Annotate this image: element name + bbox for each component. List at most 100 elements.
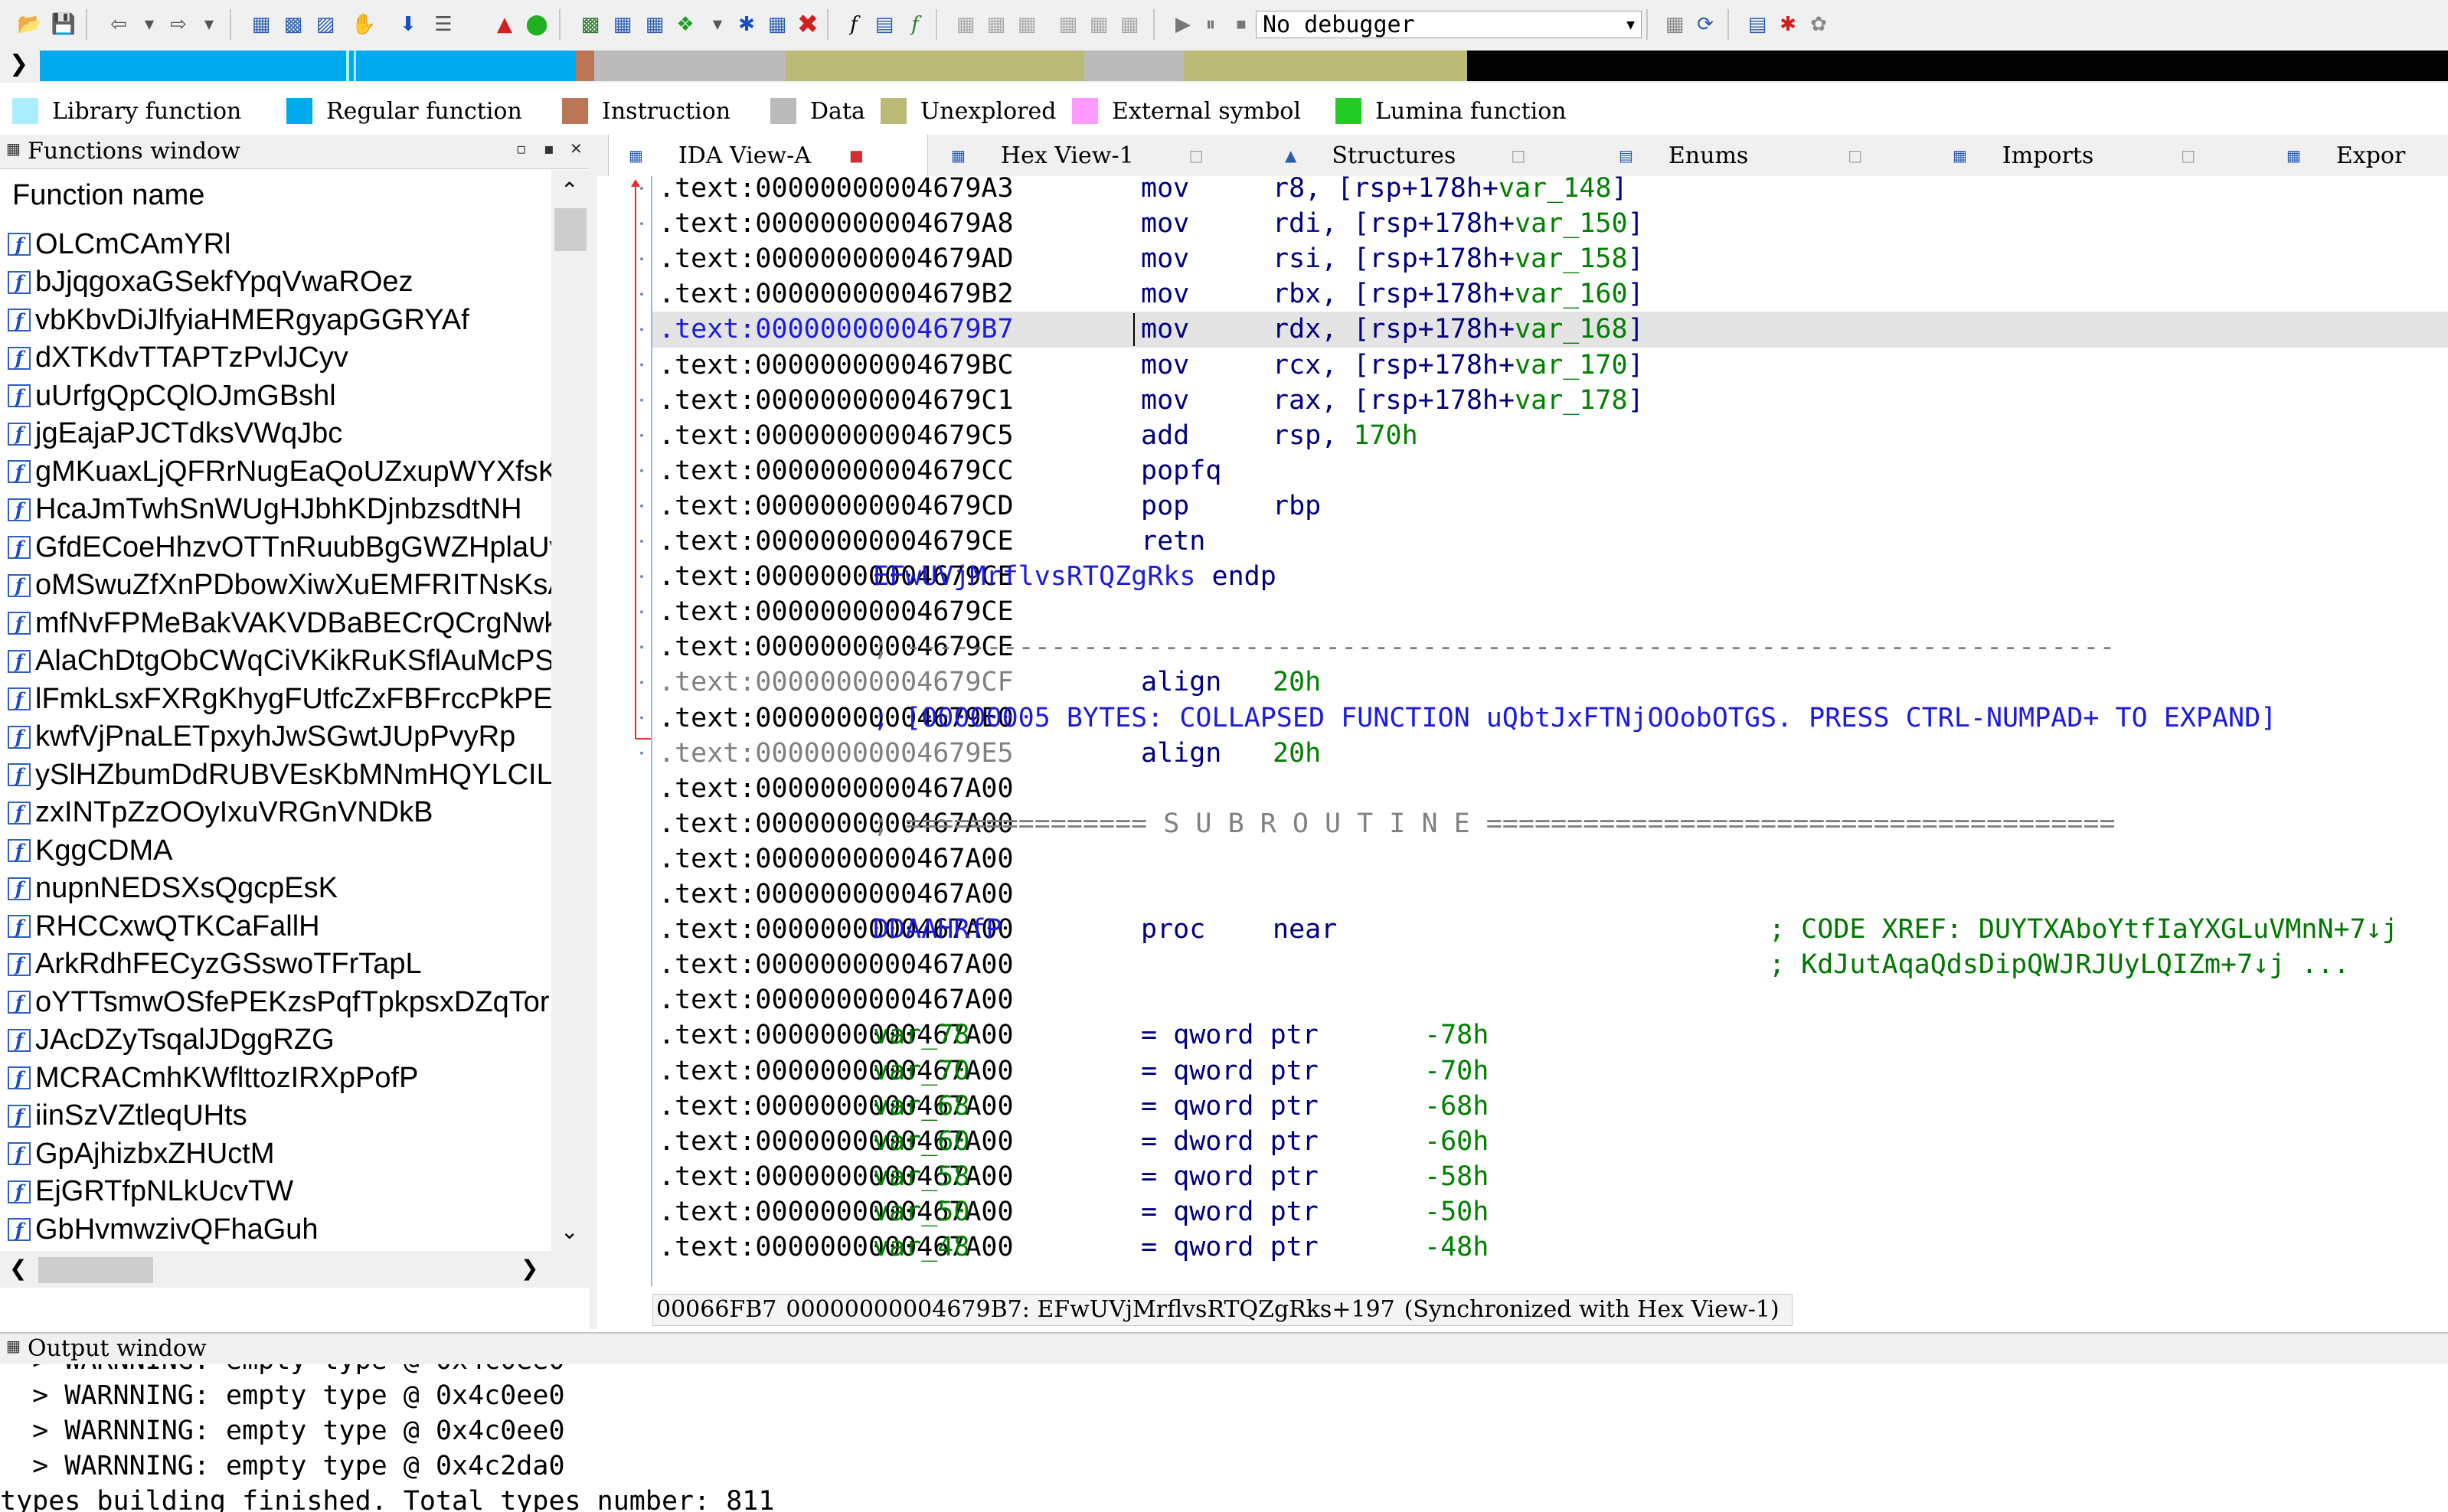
flow-icon[interactable]: ✱ [732, 11, 761, 38]
instruction-mnemonic[interactable]: popfq [1141, 453, 1221, 489]
stop-icon[interactable]: ⏹ [1227, 11, 1256, 38]
instruction-mnemonic[interactable]: = qword ptr [1141, 1159, 1319, 1195]
function-list-item[interactable]: f vbKbvDiJlfyiaHMERgyapGGRYAf [0, 301, 469, 339]
code-line[interactable]: .text:00000000004679CE; ----------------… [652, 629, 2448, 665]
tab-exports[interactable]: ▦ Expor [2267, 135, 2448, 176]
instruction-operands[interactable]: r8, [rsp+178h+var_148] [1273, 176, 1628, 207]
line-address[interactable]: .text:0000000000467A00 [659, 877, 1014, 913]
code-line[interactable]: .text:0000000000467A00 [652, 771, 2448, 807]
segment-icon[interactable]: ▤ [870, 11, 899, 38]
function-list-item[interactable]: f bJjqgoxaGSekfYpqVwaROez [0, 263, 413, 302]
line-label[interactable]: var_50 [873, 1194, 969, 1230]
back-arrow-icon[interactable]: ⇦ [104, 11, 133, 38]
code-line[interactable]: .text:0000000000467A00 [652, 877, 2448, 913]
instruction-operands[interactable]: rdi, [rsp+178h+var_150] [1273, 206, 1644, 242]
binary-search-icon[interactable]: ▦ [247, 11, 276, 38]
code-line[interactable]: .text:00000000004679CE [652, 594, 2448, 630]
line-address[interactable]: .text:00000000004679A3 [659, 176, 1014, 207]
delete-icon[interactable]: ▦ [1012, 11, 1041, 38]
instruction-mnemonic[interactable]: proc [1141, 912, 1205, 948]
instruction-operands[interactable]: rdx, [rsp+178h+var_168] [1273, 312, 1644, 348]
disassembly-view[interactable]: .text:00000000004679A3 mov r8, [rsp+178h+v… [597, 176, 2448, 1286]
chevron-down-icon[interactable]: ▼ [703, 11, 732, 38]
function-list-item[interactable]: f kwfVjPnaLETpxyhJwSGwtJUpPvyRp [0, 718, 515, 756]
line-address[interactable]: .text:00000000004679B2 [659, 276, 1014, 312]
instruction-operands[interactable]: -68h [1424, 1089, 1489, 1125]
tab-structures[interactable]: ▲ Structures □ [1265, 135, 1594, 176]
tools-icon[interactable]: ✿ [1804, 11, 1833, 38]
line-address[interactable]: .text:00000000004679CC [659, 453, 1014, 489]
code-line[interactable]: .text:0000000000467A00 var_48 = qword ptr -… [652, 1230, 2448, 1265]
line-label[interactable]: var_78 [873, 1017, 969, 1053]
function-list-item[interactable]: f iinSzVZtleqUHts [0, 1097, 247, 1135]
function-list-horizontal-scrollbar[interactable]: ❮ ❯ [0, 1251, 590, 1288]
pin-icon[interactable]: ▪ [544, 139, 554, 158]
instruction-mnemonic[interactable]: = qword ptr [1141, 1230, 1319, 1265]
line-label[interactable]: EFwUVjMrflvsRTQZgRks endp [873, 559, 1276, 595]
tab-enums[interactable]: ▤ Enums □ [1599, 135, 1928, 176]
chevron-down-icon[interactable]: ⌄ [561, 1219, 578, 1244]
struct-icon[interactable]: ▦ [640, 11, 669, 38]
tab-imports[interactable]: ▦ Imports □ [1933, 135, 2262, 176]
debugger-select[interactable]: No debugger ▼ [1256, 11, 1642, 38]
instruction-operands[interactable]: -50h [1424, 1194, 1489, 1230]
function-list-item[interactable]: f MCRACmhKWflttozIRXpPofP [0, 1059, 418, 1097]
function-list-item[interactable]: f ySlHZbumDdRUBVEsKbMNmHQYLCILE [0, 756, 551, 794]
chevron-down-icon[interactable]: ▼ [194, 11, 224, 38]
instruction-operands[interactable]: -78h [1424, 1017, 1489, 1053]
close-icon[interactable]: □ [1189, 146, 1204, 165]
instruction-mnemonic[interactable]: mov [1141, 348, 1189, 384]
instruction-operands[interactable]: -58h [1424, 1159, 1489, 1195]
instruction-operands[interactable]: 20h [1273, 665, 1321, 700]
function-list-item[interactable]: f OLCmCAmYRl [0, 225, 230, 263]
code-line[interactable]: .text:00000000004679B2 mov rbx, [rsp+178h+… [652, 276, 2448, 312]
add-icon[interactable]: ▦ [951, 11, 980, 38]
functions-window-titlebar[interactable]: ▦ Functions window ▫ ▪ ✕ [0, 135, 590, 169]
instruction-mnemonic[interactable]: mov [1141, 312, 1189, 348]
panel-splitter[interactable] [590, 135, 597, 1329]
instruction-mnemonic[interactable]: mov [1141, 206, 1189, 242]
instruction-mnemonic[interactable]: = dword ptr [1141, 1124, 1319, 1160]
code-line[interactable]: .text:00000000004679C5 add rsp, 170h [652, 418, 2448, 454]
instruction-mnemonic[interactable]: align [1141, 736, 1221, 772]
line-label[interactable]: var_68 [873, 1089, 969, 1125]
instruction-mnemonic[interactable]: = qword ptr [1141, 1089, 1319, 1125]
instruction-operands[interactable]: rax, [rsp+178h+var_178] [1273, 383, 1644, 419]
line-label[interactable]: var_60 [873, 1124, 969, 1160]
hand-icon[interactable]: ✋ [349, 11, 378, 38]
line-label[interactable]: DDAAHRfP [873, 912, 1002, 948]
function-list-item[interactable]: f dXTKdvTTAPTzPvlJCyv [0, 339, 348, 377]
function-name-column-header[interactable]: Function name [0, 170, 551, 220]
function-list-item[interactable]: f nupnNEDSXsQgcpEsK [0, 870, 338, 908]
code-line[interactable]: .text:00000000004679B7 mov rdx, [rsp+178h+… [652, 312, 2448, 348]
line-address[interactable]: .text:00000000004679C1 [659, 383, 1014, 419]
code-line[interactable]: .text:0000000000467A00 ; KdJutAqaQdsDipQW… [652, 947, 2448, 983]
line-label[interactable]: var_58 [873, 1159, 969, 1195]
instruction-operands[interactable]: rbp [1273, 488, 1321, 524]
scrollbar-thumb[interactable] [554, 208, 587, 251]
code-line[interactable]: .text:0000000000467A00 var_50 = qword ptr -… [652, 1194, 2448, 1230]
chevron-left-icon[interactable]: ❮ [9, 1256, 27, 1281]
instruction-operands[interactable]: near [1273, 912, 1337, 948]
function-list-item[interactable]: f HcaJmTwhSnWUgHJbhKDjnbzsdtNH [0, 491, 522, 529]
code-line[interactable]: .text:0000000000467A00 var_70 = qword ptr -… [652, 1053, 2448, 1089]
line-address[interactable]: .text:0000000000467A00 [659, 771, 1014, 807]
code-line[interactable]: .text:0000000000467A00 [652, 982, 2448, 1018]
line-address[interactable]: .text:00000000004679A8 [659, 206, 1014, 242]
function-icon[interactable]: f [839, 11, 868, 38]
tab-hex-view-1[interactable]: ▦ Hex View-1 □ [931, 135, 1260, 176]
function-list-item[interactable]: f jgEajaPJCTdksVWqJbc [0, 415, 342, 453]
line-address[interactable]: .text:00000000004679CD [659, 488, 1014, 524]
instruction-operands[interactable]: rcx, [rsp+178h+var_170] [1273, 348, 1644, 384]
code-line[interactable]: .text:0000000000467A00; =============== … [652, 806, 2448, 842]
code-line[interactable]: .text:00000000004679CE retn [652, 524, 2448, 560]
proximity-icon[interactable]: ▦ [1115, 11, 1144, 38]
forward-arrow-icon[interactable]: ⇨ [164, 11, 193, 38]
code-line[interactable]: .text:00000000004679C1 mov rax, [rsp+178h+… [652, 383, 2448, 419]
xref-icon[interactable]: ▦ [1054, 11, 1083, 38]
close-icon[interactable]: □ [1511, 146, 1525, 165]
instruction-mnemonic[interactable]: mov [1141, 276, 1189, 312]
code-line[interactable]: .text:00000000004679BC mov rcx, [rsp+178h+… [652, 348, 2448, 384]
instruction-operands[interactable]: -48h [1424, 1230, 1489, 1265]
function-list-vertical-scrollbar[interactable]: ⌃ ⌄ [551, 170, 590, 1251]
